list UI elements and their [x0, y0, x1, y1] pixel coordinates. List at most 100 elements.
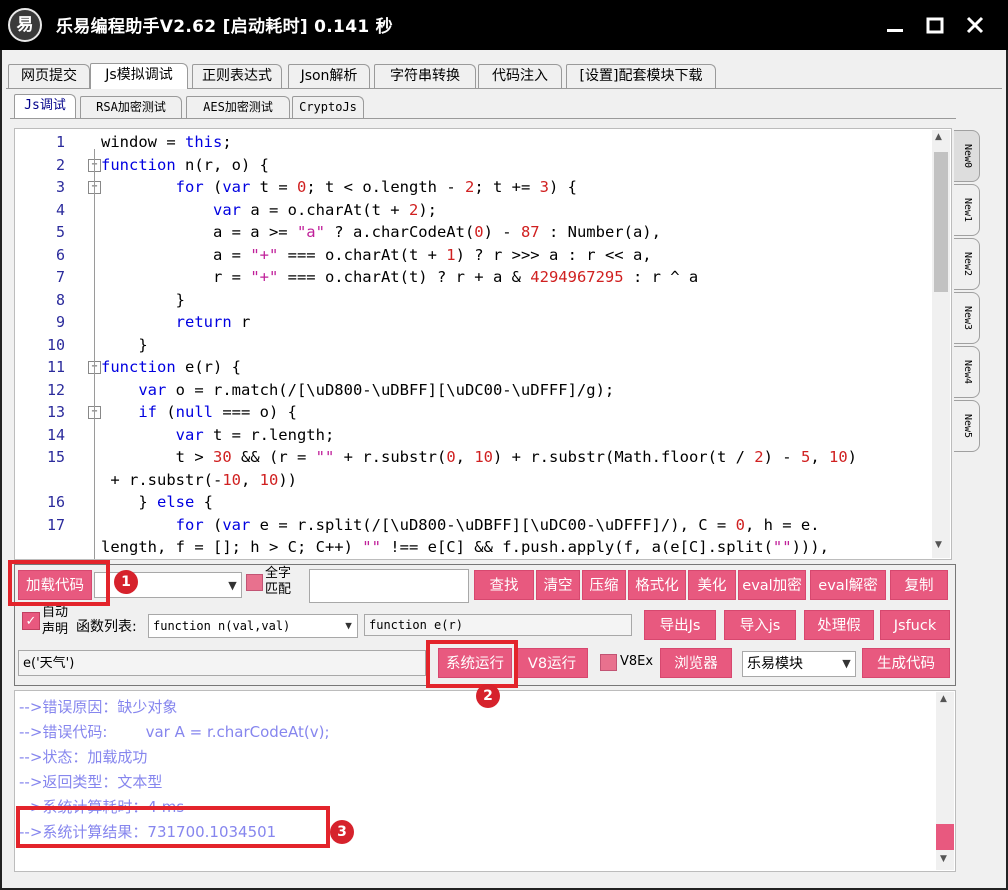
chevron-down-icon[interactable]: ▼	[838, 652, 855, 676]
scroll-down-icon[interactable]: ▼	[935, 540, 942, 550]
code-text: window = this;	[101, 133, 232, 151]
tab-sub-0[interactable]: Js调试	[14, 94, 76, 118]
find-button[interactable]: 查找	[474, 570, 534, 600]
close-icon[interactable]	[960, 12, 990, 40]
module-select[interactable]: 乐易模块 ▼	[742, 651, 856, 677]
code-text: }	[101, 335, 148, 354]
code-line[interactable]: 14 var t = r.length;	[15, 424, 933, 446]
code-text: return r	[175, 313, 251, 331]
function-list-value: function n(val,val)	[153, 619, 291, 633]
code-line[interactable]: 13− if (null === o) {	[15, 401, 933, 423]
v8ex-checkbox[interactable]	[600, 654, 617, 671]
line-number: 15	[46, 448, 65, 466]
line-number: 4	[55, 200, 65, 219]
code-text: } else {	[101, 493, 213, 511]
annotation-badge-1: 1	[114, 570, 138, 594]
line-number: 8	[55, 290, 65, 309]
v8-run-button[interactable]: V8运行	[516, 648, 588, 678]
tab-sub-3[interactable]: CryptoJs	[292, 96, 364, 118]
v8ex-label: V8Ex	[620, 654, 654, 669]
code-text: for (var e = r.split(/[\uD800-\uDBFF][\u…	[175, 515, 820, 534]
output-line: -->错误原因：缺少对象	[19, 698, 178, 716]
search-input[interactable]	[309, 569, 469, 603]
tab-sub-2[interactable]: AES加密测试	[186, 96, 290, 118]
tab-main-4[interactable]: 字符串转换	[374, 64, 476, 88]
side-tab-1[interactable]: New1	[954, 184, 980, 236]
maximize-icon[interactable]	[920, 12, 950, 40]
chevron-down-icon[interactable]: ▼	[224, 573, 241, 597]
code-line[interactable]: 16 } else {	[15, 491, 933, 513]
side-tab-5[interactable]: New5	[954, 400, 980, 452]
code-text: var a = o.charAt(t + 2);	[212, 200, 437, 219]
compress-button[interactable]: 压缩	[582, 570, 626, 600]
minimize-icon[interactable]	[880, 12, 910, 40]
code-text: for (var t = 0; t < o.length - 2; t += 3…	[175, 178, 577, 196]
process-fake-button[interactable]: 处理假	[804, 610, 874, 640]
tab-main-5[interactable]: 代码注入	[478, 64, 562, 88]
line-number: 10	[46, 335, 65, 354]
eval-decrypt-button[interactable]: eval解密	[810, 570, 886, 600]
code-line[interactable]: 10 }	[15, 334, 933, 356]
code-line[interactable]: 17 for (var e = r.split(/[\uD800-\uDBFF]…	[15, 514, 933, 536]
code-text: length, f = []; h > C; C++) "" !== e[C] …	[101, 538, 829, 556]
side-tab-2[interactable]: New2	[954, 238, 980, 290]
output-line: -->返回类型：文本型	[19, 773, 163, 791]
scroll-up-icon[interactable]: ▲	[940, 694, 947, 704]
export-js-button[interactable]: 导出Js	[644, 610, 716, 640]
code-line[interactable]: 9 return r	[15, 311, 933, 333]
clear-button[interactable]: 清空	[536, 570, 580, 600]
line-number: 5	[55, 223, 65, 241]
code-text: a = a >= "a" ? a.charCodeAt(0) - 87 : Nu…	[101, 223, 661, 241]
full-match-checkbox[interactable]	[246, 574, 263, 591]
code-line[interactable]: 11−function e(r) {	[15, 356, 933, 378]
code-line[interactable]: 3− for (var t = 0; t < o.length - 2; t +…	[15, 176, 933, 198]
auto-declare-checkbox[interactable]: ✓	[22, 612, 40, 630]
full-match-label: 全字 匹配	[265, 566, 292, 597]
jsfuck-button[interactable]: Jsfuck	[880, 610, 950, 640]
function-signature-field[interactable]: function e(r)	[364, 614, 632, 636]
tab-main-6[interactable]: [设置]配套模块下载	[566, 64, 716, 88]
generate-code-button[interactable]: 生成代码	[862, 648, 950, 678]
scroll-up-icon[interactable]: ▲	[935, 132, 942, 142]
code-line[interactable]: 5 a = a >= "a" ? a.charCodeAt(0) - 87 : …	[15, 221, 933, 243]
tab-main-1[interactable]: Js模拟调试	[90, 63, 188, 89]
chevron-down-icon[interactable]: ▼	[340, 615, 357, 637]
eval-encrypt-button[interactable]: eval加密	[738, 570, 806, 600]
call-expression-input[interactable]: e('天气')	[18, 650, 426, 676]
code-line[interactable]: + r.substr(-10, 10))	[15, 469, 933, 491]
code-editor[interactable]: 1 window = this; 2−function n(r, o) {3− fo…	[14, 128, 952, 560]
line-number: 9	[55, 313, 65, 331]
code-line[interactable]: 12 var o = r.match(/[\uD800-\uDBFF][\uDC…	[15, 379, 933, 401]
code-text: function e(r) {	[101, 358, 241, 376]
tab-main-3[interactable]: Json解析	[288, 64, 370, 88]
code-line[interactable]: 15 t > 30 && (r = "" + r.substr(0, 10) +…	[15, 446, 933, 468]
beautify-button[interactable]: 美化	[688, 570, 736, 600]
title-bar: 易 乐易编程助手V2.62 [启动耗时] 0.141 秒	[0, 0, 1008, 50]
line-number: 14	[46, 425, 65, 444]
side-tab-0[interactable]: New0	[954, 130, 980, 182]
copy-button[interactable]: 复制	[890, 570, 948, 600]
tab-sub-1[interactable]: RSA加密测试	[80, 96, 182, 118]
function-list-select[interactable]: function n(val,val) ▼	[148, 614, 358, 638]
code-line[interactable]: 8 }	[15, 289, 933, 311]
tab-main-0[interactable]: 网页提交	[8, 64, 90, 88]
code-line[interactable]: length, f = []; h > C; C++) "" !== e[C] …	[15, 536, 933, 558]
fold-guide	[94, 149, 95, 559]
code-text: + r.substr(-10, 10))	[101, 470, 298, 489]
code-line[interactable]: 2−function n(r, o) {	[15, 154, 933, 176]
browser-button[interactable]: 浏览器	[660, 648, 732, 678]
code-line[interactable]: 7 r = "+" === o.charAt(t) ? r + a & 4294…	[15, 266, 933, 288]
tab-main-2[interactable]: 正则表达式	[192, 64, 282, 88]
code-line[interactable]: 4 var a = o.charAt(t + 2);	[15, 199, 933, 221]
side-tab-3[interactable]: New3	[954, 292, 980, 344]
scroll-down-icon[interactable]: ▼	[940, 854, 947, 864]
output-scroll-thumb[interactable]	[936, 824, 954, 850]
code-line[interactable]: 1 window = this;	[15, 131, 933, 153]
code-line[interactable]: 6 a = "+" === o.charAt(t + 1) ? r >>> a …	[15, 244, 933, 266]
format-button[interactable]: 格式化	[628, 570, 686, 600]
line-number: 12	[46, 380, 65, 399]
line-number: 3	[55, 178, 65, 196]
side-tab-4[interactable]: New4	[954, 346, 980, 398]
editor-scroll-thumb[interactable]	[934, 152, 948, 292]
import-js-button[interactable]: 导入js	[724, 610, 796, 640]
